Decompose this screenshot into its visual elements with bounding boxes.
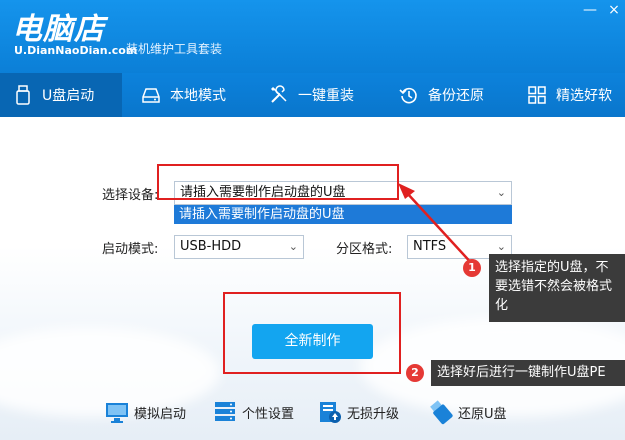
grid-apps-icon	[526, 84, 548, 106]
hard-disk-icon	[140, 84, 162, 106]
callout-select-usb: 选择指定的U盘，不要选错不然会被格式化	[489, 254, 625, 322]
app-subtitle: 装机维护工具套装	[126, 42, 223, 56]
bottom-toolbar: 模拟启动 个性设置 无损升级 还原U盘	[0, 397, 625, 437]
boot-mode-value: USB-HDD	[180, 239, 242, 254]
tab-label: 备份还原	[428, 88, 484, 104]
tab-featured-software[interactable]: 精选好软	[504, 73, 625, 117]
callout-make-pe: 选择好后进行一键制作U盘PE	[431, 360, 625, 386]
restore-clock-icon	[398, 84, 420, 106]
tool-label: 个性设置	[242, 406, 295, 422]
tool-label: 还原U盘	[458, 406, 507, 422]
minimize-button[interactable]: —	[578, 0, 602, 22]
tab-local-mode[interactable]: 本地模式	[122, 73, 244, 117]
restore-usb-button[interactable]: 还原U盘	[428, 397, 507, 427]
upgrade-icon	[320, 402, 341, 423]
monitor-icon	[106, 403, 128, 423]
partition-format-label: 分区格式:	[336, 242, 393, 257]
server-settings-icon	[215, 402, 235, 421]
chevron-down-icon: ⌄	[288, 240, 298, 253]
close-button[interactable]: ×	[602, 0, 625, 22]
tab-usb-boot[interactable]: U盘启动	[0, 73, 122, 117]
tab-label: 本地模式	[170, 88, 226, 104]
lossless-upgrade-button[interactable]: 无损升级	[317, 397, 399, 427]
usb-drive-icon	[12, 84, 34, 106]
chevron-down-icon: ⌄	[496, 186, 506, 199]
tab-label: 精选好软	[556, 88, 612, 104]
step-badge-1: 1	[463, 259, 481, 277]
tab-label: U盘启动	[42, 88, 95, 104]
tool-label: 无损升级	[347, 406, 400, 422]
title-bar: 电脑店 U.DianNaoDian.com 装机维护工具套装 — ×	[0, 0, 625, 73]
tab-one-click-reinstall[interactable]: 一键重装	[244, 73, 374, 117]
app-url: U.DianNaoDian.com	[14, 44, 138, 57]
personal-settings-button[interactable]: 个性设置	[212, 397, 294, 427]
highlight-box-device	[157, 164, 399, 200]
step-badge-2: 2	[406, 364, 424, 382]
tab-backup-restore[interactable]: 备份还原	[374, 73, 504, 117]
tools-icon	[268, 84, 290, 106]
app-logo: 电脑店	[12, 12, 105, 47]
boot-mode-select[interactable]: USB-HDD ⌄	[174, 235, 304, 259]
tool-label: 模拟启动	[134, 406, 187, 422]
main-content: 选择设备: 请插入需要制作启动盘的U盘 ⌄ 请插入需要制作启动盘的U盘 启动模式…	[0, 117, 625, 440]
main-tabs: U盘启动 本地模式 一键重装 备份还原 精选好软	[0, 73, 625, 117]
simulate-boot-button[interactable]: 模拟启动	[104, 397, 186, 427]
device-label: 选择设备:	[102, 188, 159, 203]
tab-label: 一键重装	[298, 88, 354, 104]
boot-mode-label: 启动模式:	[102, 242, 159, 257]
usb-restore-icon	[430, 400, 453, 425]
new-make-button[interactable]: 全新制作	[252, 324, 373, 359]
